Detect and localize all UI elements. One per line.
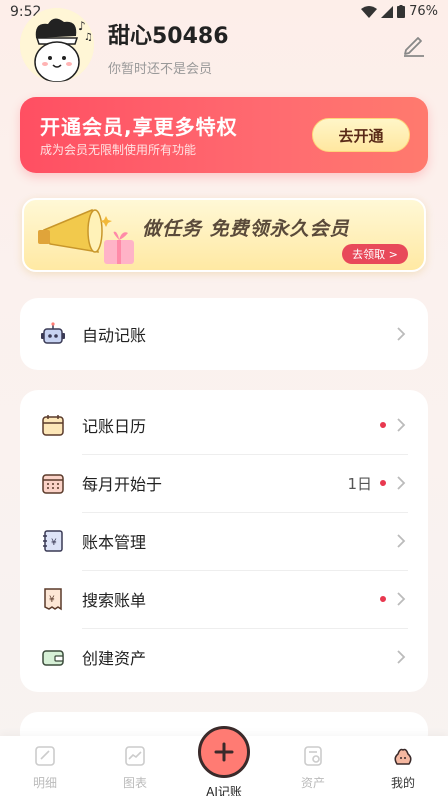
edit-profile-button[interactable] [400,30,428,58]
menu-item-auto-record[interactable]: 自动记账 [20,305,428,363]
asset-icon [304,746,322,766]
menu-item-calendar[interactable]: 记账日历 [20,396,428,454]
menu-item-label: 创建资产 [82,649,147,668]
avatar[interactable]: ♪ ♫ [20,8,94,82]
plus-icon [214,742,234,762]
tab-chart[interactable]: 图表 [90,736,180,796]
vip-subtitle: 成为会员无限制使用所有功能 [40,143,197,157]
tab-assets[interactable]: 资产 [268,736,358,796]
tab-label: 图表 [122,776,147,790]
notification-dot [380,480,386,486]
chevron-right-icon [397,327,406,341]
tab-label: 资产 [300,776,325,790]
chart-icon [125,746,145,766]
notification-dot [380,422,386,428]
svg-text:♫: ♫ [84,32,93,43]
menu-item-label: 账本管理 [82,533,147,552]
chevron-right-icon [397,534,406,548]
calendar-grid-icon [42,474,64,494]
menu-item-ledger[interactable]: ¥ 账本管理 [20,512,428,570]
username: 甜心50486 [108,24,229,49]
signal-icon [381,5,394,18]
task-banner[interactable]: 做任务 免费领永久会员 去领取 > [22,198,426,272]
tab-label: 明细 [32,776,57,790]
chevron-right-icon [397,476,406,490]
battery-icon [397,5,406,18]
ledger-icon: ¥ [43,530,63,552]
detail-icon [35,746,55,766]
robot-icon [41,322,65,344]
chevron-right-icon [397,650,406,664]
vip-title: 开通会员,享更多特权 [40,115,238,139]
ai-record-button[interactable] [198,726,250,778]
task-title: 做任务 免费领永久会员 [142,218,350,240]
tab-detail[interactable]: 明细 [0,736,90,796]
svg-text:¥: ¥ [51,538,57,548]
status-icons: 76% [361,4,438,19]
tab-mine[interactable]: 我的 [358,736,448,796]
menu-item-label: 自动记账 [82,326,147,345]
ai-record-label: AI记账 [206,785,242,796]
wallet-icon [42,650,64,666]
open-vip-button[interactable]: 去开通 [312,118,410,152]
claim-task-button[interactable]: 去领取 > [342,244,408,264]
battery-level: 76% [409,4,438,19]
menu-item-label: 搜索账单 [82,591,147,610]
menu-item-label: 每月开始于 [82,475,163,494]
menu-item-search-bills[interactable]: ¥ 搜索账单 [20,570,428,628]
menu-item-label: 记账日历 [82,417,147,436]
megaphone-icon [38,208,134,264]
member-status: 你暂时还不是会员 [108,62,213,77]
calendar-icon [42,415,64,436]
avatar-mascot-icon: ♪ ♫ [20,8,94,82]
menu-item-create-asset[interactable]: 创建资产 [20,628,428,686]
chevron-right-icon [397,592,406,606]
mine-icon [394,748,412,765]
bill-search-icon: ¥ [44,588,62,611]
menu-card-settings: 记账日历 每月开始于 1日 ¥ 账本管理 ¥ 搜索账单 创建资产 [20,390,428,692]
svg-text:♪: ♪ [78,19,86,33]
month-start-value: 1日 [347,474,372,493]
vip-card[interactable]: 开通会员,享更多特权 成为会员无限制使用所有功能 去开通 [20,97,428,173]
menu-item-month-start[interactable]: 每月开始于 1日 [20,454,428,512]
svg-text:¥: ¥ [49,595,55,605]
chevron-right-icon [397,418,406,432]
pencil-icon [404,37,424,57]
wifi-icon [361,5,378,18]
notification-dot [380,596,386,602]
tab-label: 我的 [390,776,415,790]
menu-card-auto: 自动记账 [20,298,428,370]
